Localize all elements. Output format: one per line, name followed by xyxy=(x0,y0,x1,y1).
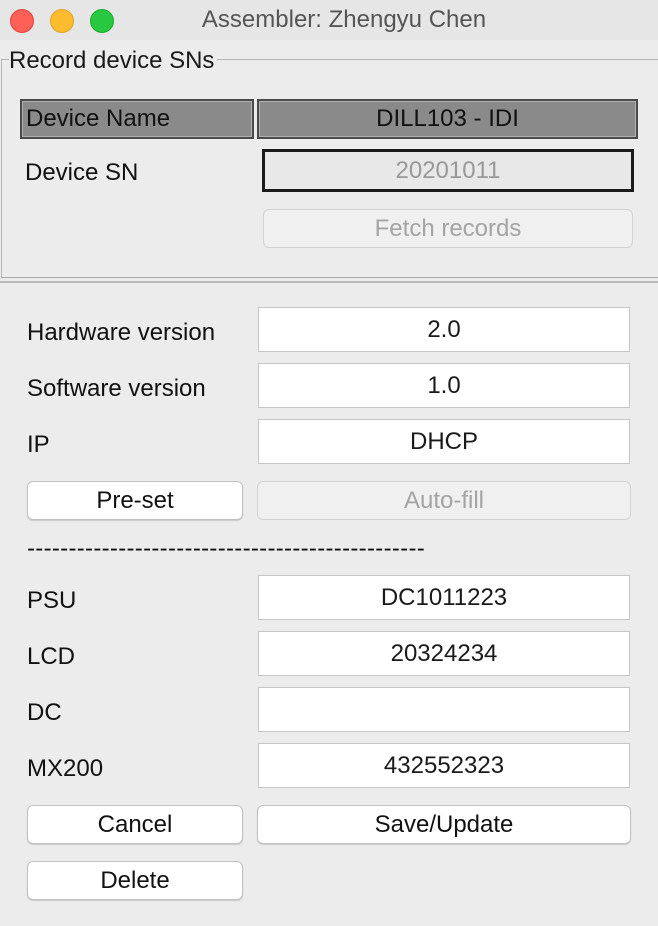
dc-input[interactable] xyxy=(258,687,630,732)
ip-label: IP xyxy=(27,431,50,458)
ip-input[interactable]: DHCP xyxy=(258,419,630,464)
device-name-header-value[interactable]: DILL103 - IDI xyxy=(257,99,638,139)
dc-label: DC xyxy=(27,699,62,726)
window-title: Assembler: Zhengyu Chen xyxy=(201,6,487,33)
psu-input[interactable]: DC1011223 xyxy=(258,575,630,620)
preset-button[interactable]: Pre-set xyxy=(27,481,243,520)
section-divider xyxy=(0,281,658,283)
software-version-label: Software version xyxy=(27,375,206,402)
title-bar: Assembler: Zhengyu Chen xyxy=(0,0,658,40)
hardware-version-input[interactable]: 2.0 xyxy=(258,307,630,352)
dashed-separator: ----------------------------------------… xyxy=(27,535,426,562)
software-version-input[interactable]: 1.0 xyxy=(258,363,630,408)
psu-label: PSU xyxy=(27,587,77,614)
save-update-button[interactable]: Save/Update xyxy=(257,805,631,844)
group-legend: Record device SNs xyxy=(9,47,218,75)
mx200-input[interactable]: 432552323 xyxy=(258,743,630,788)
delete-button[interactable]: Delete xyxy=(27,861,243,900)
device-sn-label: Device SN xyxy=(25,159,139,186)
device-name-header-label: Device Name xyxy=(20,99,254,139)
lcd-label: LCD xyxy=(27,643,76,670)
hardware-version-label: Hardware version xyxy=(27,319,216,346)
device-sn-input[interactable]: 20201011 xyxy=(262,149,634,192)
cancel-button[interactable]: Cancel xyxy=(27,805,243,844)
autofill-button[interactable]: Auto-fill xyxy=(257,481,631,520)
fetch-records-button[interactable]: Fetch records xyxy=(263,209,633,248)
lcd-input[interactable]: 20324234 xyxy=(258,631,630,676)
mx200-label: MX200 xyxy=(27,755,104,782)
